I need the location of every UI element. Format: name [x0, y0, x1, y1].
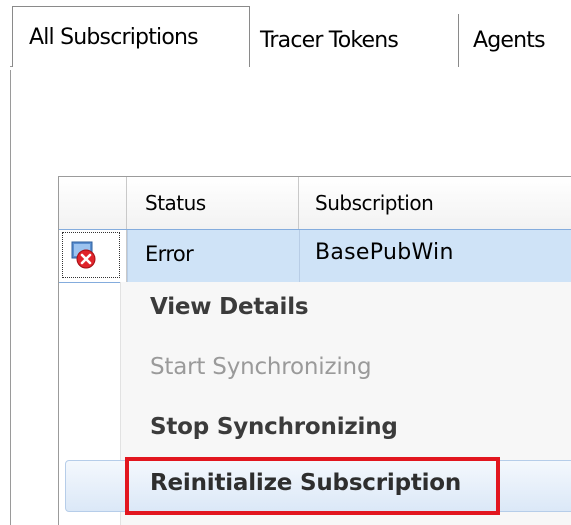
tab-strip: All Subscriptions Tracer Tokens Agents [0, 0, 571, 70]
context-menu: View Details Start Synchronizing Stop Sy… [65, 282, 571, 525]
error-icon [71, 241, 96, 269]
tab-all-subscriptions[interactable]: All Subscriptions [12, 6, 250, 67]
row-subscription: BasePubWin [315, 240, 454, 265]
menu-item-stop-synchronizing[interactable]: Stop Synchronizing [150, 414, 398, 440]
column-header-subscription[interactable]: Subscription [299, 177, 571, 229]
row-icon-cell [59, 230, 127, 282]
row-divider [299, 230, 300, 282]
menu-item-reinitialize-subscription[interactable]: Reinitialize Subscription [150, 470, 461, 496]
menu-item-view-details[interactable]: View Details [150, 294, 309, 320]
grid-header: Status Subscription [59, 177, 571, 230]
tab-tracer-tokens[interactable]: Tracer Tokens [250, 14, 458, 67]
subscription-monitor-window: All Subscriptions Tracer Tokens Agents S… [0, 0, 571, 525]
menu-item-start-synchronizing[interactable]: Start Synchronizing [150, 354, 372, 380]
column-header-status[interactable]: Status [127, 177, 299, 229]
row-divider [127, 230, 128, 282]
column-header-icon[interactable] [59, 177, 127, 229]
row-status: Error [145, 242, 194, 266]
table-row[interactable]: Error BasePubWin [59, 229, 571, 283]
tab-agents[interactable]: Agents [458, 14, 571, 67]
